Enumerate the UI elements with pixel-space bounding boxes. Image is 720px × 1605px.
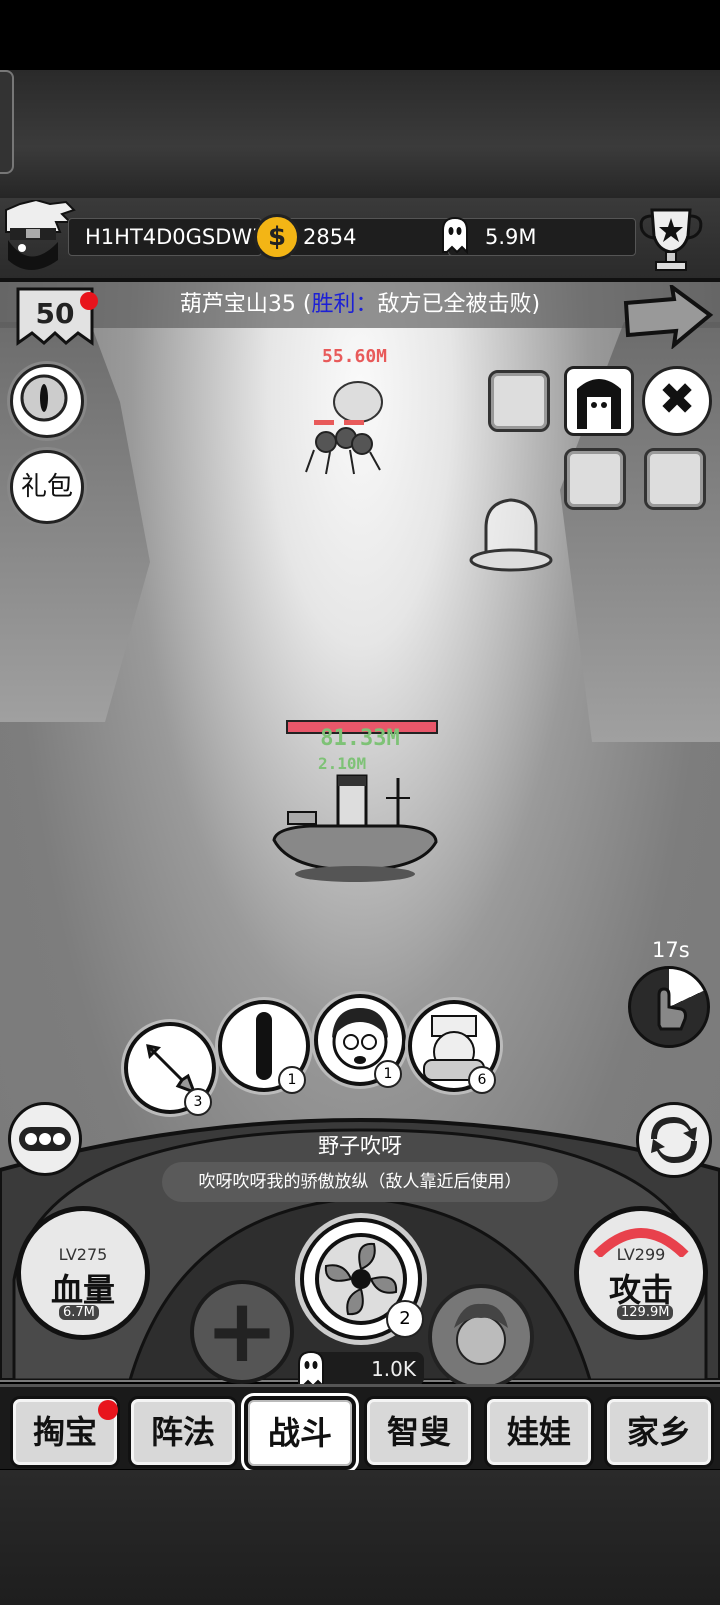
more-menu-button[interactable] [8,1102,82,1176]
skill-count: 1 [374,1060,402,1088]
hp-upgrade-cost: 6.7M [59,1305,99,1320]
stage-result-detail: 敌方已全被击败) [377,292,541,317]
attack-upgrade-cost: 129.9M [617,1305,674,1320]
tab-battle[interactable]: 战斗 [244,1396,356,1470]
close-button[interactable]: ✖ [642,366,712,436]
notification-dot [80,292,98,310]
character-portrait-button[interactable] [564,366,634,436]
skill-name: 野子吹呀 [318,1134,402,1158]
notification-dot [98,1400,118,1420]
tab-hometown[interactable]: 家乡 [604,1396,714,1468]
girl-portrait-icon [577,379,621,429]
more-dots-icon [19,1127,71,1151]
tab-formation[interactable]: 阵法 [128,1396,238,1468]
item-slot-2[interactable] [564,448,626,510]
trophy-icon[interactable] [636,206,706,274]
ghost-currency-count: 5.9M [448,218,636,256]
enemy-damage-number: 55.60M [322,346,388,367]
player-hp-value: 81.33M [320,726,400,751]
player-id: H1HT4D0GSDW7 [68,218,266,256]
frame-handle [0,70,14,174]
item-slot-1[interactable] [488,370,550,432]
auto-tap-button[interactable] [628,966,710,1048]
add-button[interactable]: + [190,1280,294,1384]
attack-upgrade-dial[interactable]: LV299 攻击 129.9M [574,1206,708,1340]
skill-hero-portrait[interactable]: 1 [314,994,406,1088]
ghost-icon [298,1350,324,1388]
hp-upgrade-dial[interactable]: LV275 血量 6.7M [16,1206,150,1340]
doll-portrait-button[interactable] [428,1284,534,1390]
fan-count: 2 [386,1300,424,1338]
top-status-area [0,0,720,70]
next-arrow-icon[interactable] [622,285,714,349]
player-ship [272,774,438,882]
upper-frame [0,70,720,198]
eye-icon [20,374,68,422]
attack-level: LV299 [616,1245,666,1264]
hp-level: LV275 [58,1245,108,1264]
stage-title: 葫芦宝山35 (胜利：敌方已全被击败) [0,286,720,324]
stage-name: 葫芦宝山35 ( [179,292,312,317]
coin-icon: $ [254,214,300,260]
refresh-icon [651,1117,697,1163]
gift-pack-button[interactable]: 礼包 [10,450,84,524]
skill-bandage-hero[interactable]: 6 [408,1000,500,1094]
tap-hand-icon [657,987,687,1031]
skill-bar[interactable]: 1 [218,1000,310,1094]
item-slot-3[interactable] [644,448,706,510]
stage-result: 胜利： [311,292,378,317]
tab-dolls[interactable]: 娃娃 [484,1396,594,1468]
doll-icon [454,1303,508,1365]
skill-description: 吹呀吹呀我的骄傲放纵（敌人靠近后使用） [162,1162,558,1202]
enemy-group [305,381,383,475]
eye-vortex-button[interactable] [10,364,84,438]
refresh-button[interactable] [636,1102,712,1178]
auto-timer-text: 17s [652,938,690,962]
bell-jar-icon [469,498,553,572]
bottom-frame [0,1470,720,1605]
ghost-icon [442,216,468,254]
tab-sage[interactable]: 智叟 [364,1396,474,1468]
